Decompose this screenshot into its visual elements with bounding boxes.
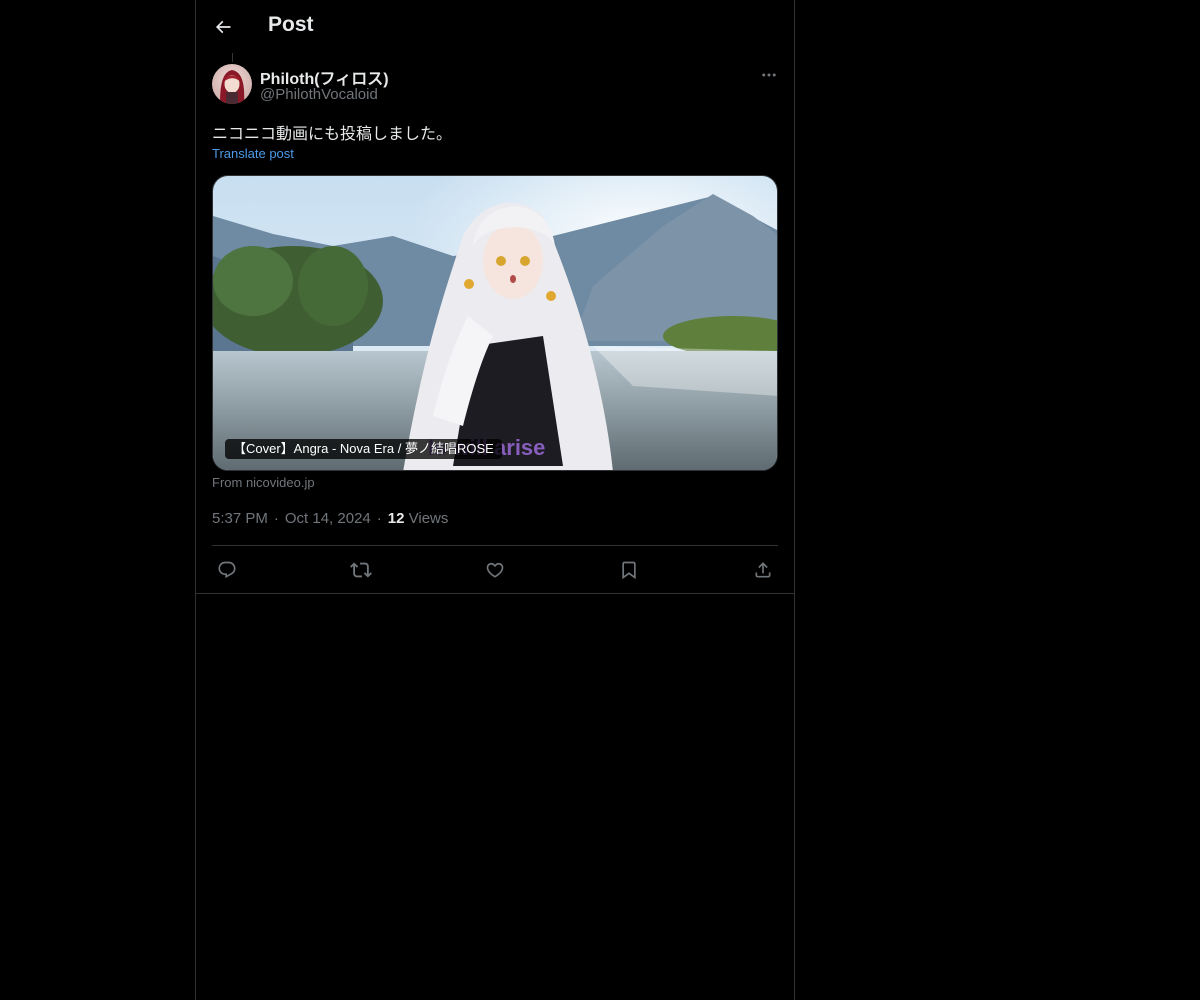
post-text: ニコニコ動画にも投稿しました。: [212, 126, 453, 143]
bookmark-button[interactable]: [614, 555, 644, 585]
author-handle[interactable]: @PhilothVocaloid: [260, 86, 378, 103]
top-bar: Post: [196, 0, 794, 53]
more-options-button[interactable]: [756, 64, 782, 86]
reply-button[interactable]: [212, 555, 242, 585]
more-horizontal-icon: [760, 66, 778, 84]
translate-post-link[interactable]: Translate post: [212, 146, 294, 161]
action-bar: [212, 555, 778, 585]
back-button[interactable]: [208, 10, 238, 44]
bookmark-icon: [619, 560, 639, 580]
share-button[interactable]: [748, 555, 778, 585]
heart-icon: [485, 560, 505, 580]
card-source-label[interactable]: From nicovideo.jp: [212, 475, 315, 490]
video-title-caption: 【Cover】Angra - Nova Era / 夢ノ結唱ROSE: [225, 439, 502, 459]
post-time[interactable]: 5:37 PM: [212, 510, 268, 527]
post-column: Post Philoth(フィロス) @PhilothVocaloid ニコニコ…: [195, 0, 795, 1000]
avatar[interactable]: [212, 64, 252, 104]
post-meta: 5:37 PM · Oct 14, 2024 · 12 Views: [212, 510, 448, 527]
views-label: Views: [408, 510, 449, 527]
meta-separator: ·: [273, 510, 279, 527]
like-button[interactable]: [480, 555, 510, 585]
video-thumbnail: [213, 176, 777, 470]
reply-icon: [217, 560, 237, 580]
share-icon: [753, 560, 773, 580]
post-date[interactable]: Oct 14, 2024: [285, 510, 371, 527]
views-count: 12: [387, 510, 405, 527]
repost-button[interactable]: [346, 555, 376, 585]
page-title: Post: [268, 13, 314, 36]
meta-separator: ·: [376, 510, 382, 527]
thread-connector-line: [232, 53, 233, 62]
repost-icon: [350, 559, 372, 581]
divider: [212, 545, 778, 546]
video-card[interactable]: Is will arise 【Cover】Angra - Nova Era / …: [212, 175, 778, 471]
divider: [196, 593, 794, 594]
arrow-left-icon: [213, 17, 233, 37]
